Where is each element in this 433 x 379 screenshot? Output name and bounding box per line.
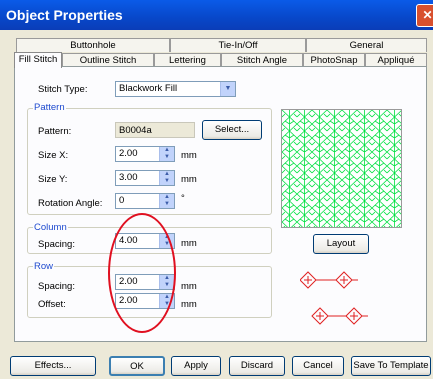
- row-spacing-label: Spacing:: [38, 281, 75, 292]
- stitch-motif-preview: [300, 271, 368, 325]
- stitch-type-select[interactable]: Blackwork Fill ▼: [115, 81, 236, 97]
- window-title: Object Properties: [6, 7, 123, 23]
- spin-arrows-icon[interactable]: ▲ ▼: [159, 171, 174, 185]
- row-group-title: Row: [33, 261, 55, 272]
- tab-label: Tie-In/Off: [218, 40, 258, 51]
- row-spacing-unit: mm: [181, 281, 197, 292]
- pattern-field: B0004a: [115, 122, 195, 138]
- close-button[interactable]: ✕: [416, 4, 433, 27]
- row-offset-unit: mm: [181, 299, 197, 310]
- blackwork-pattern-graphic: [282, 110, 401, 227]
- tab-tie-in-off[interactable]: Tie-In/Off: [170, 38, 306, 52]
- save-to-template-button[interactable]: Save To Template: [351, 356, 431, 376]
- tab-stitch-angle[interactable]: Stitch Angle: [221, 53, 303, 67]
- dropdown-arrow-icon[interactable]: ▼: [220, 82, 235, 96]
- size-x-value: 2.00: [119, 148, 138, 159]
- spin-arrows-icon[interactable]: ▲ ▼: [159, 147, 174, 161]
- tab-buttonhole[interactable]: Buttonhole: [16, 38, 170, 52]
- tab-outline-stitch[interactable]: Outline Stitch: [62, 53, 154, 67]
- cancel-button[interactable]: Cancel: [292, 356, 344, 376]
- close-icon: ✕: [422, 8, 433, 22]
- tab-label: General: [349, 40, 384, 51]
- size-y-unit: mm: [181, 174, 197, 185]
- highlight-annotation: [108, 213, 176, 333]
- rotation-input[interactable]: 0 ▲ ▼: [115, 193, 175, 209]
- size-y-value: 3.00: [119, 172, 138, 183]
- tab-general[interactable]: General: [306, 38, 427, 52]
- size-y-label: Size Y:: [38, 174, 68, 185]
- tab-label: Lettering: [169, 55, 206, 66]
- title-bar: Object Properties ✕: [0, 0, 433, 30]
- tab-label: Appliqué: [377, 55, 415, 66]
- size-x-input[interactable]: 2.00 ▲ ▼: [115, 146, 175, 162]
- pattern-preview: [281, 109, 402, 228]
- column-group-title: Column: [33, 222, 68, 233]
- tab-photosnap[interactable]: PhotoSnap: [303, 53, 365, 67]
- layout-button[interactable]: Layout: [313, 234, 369, 254]
- tab-label: PhotoSnap: [310, 55, 358, 66]
- discard-button[interactable]: Discard: [229, 356, 285, 376]
- row-offset-label: Offset:: [38, 299, 66, 310]
- tab-label: Buttonhole: [70, 40, 116, 51]
- ok-button[interactable]: OK: [109, 356, 165, 376]
- rotation-value: 0: [119, 195, 125, 206]
- size-x-unit: mm: [181, 150, 197, 161]
- rotation-unit: °: [181, 193, 185, 204]
- tab-applique[interactable]: Appliqué: [365, 53, 427, 67]
- spin-arrows-icon[interactable]: ▲ ▼: [159, 194, 174, 208]
- pattern-label: Pattern:: [38, 126, 72, 137]
- column-spacing-unit: mm: [181, 238, 197, 249]
- tab-label: Stitch Angle: [236, 55, 288, 66]
- pattern-group-title: Pattern: [33, 102, 66, 113]
- stitch-type-label: Stitch Type:: [38, 84, 88, 95]
- tab-label: Outline Stitch: [79, 55, 137, 66]
- stitch-type-value: Blackwork Fill: [119, 83, 178, 94]
- apply-button[interactable]: Apply: [171, 356, 221, 376]
- size-x-label: Size X:: [38, 150, 69, 161]
- tab-label: Fill Stitch: [18, 54, 58, 65]
- select-pattern-button[interactable]: Select...: [202, 120, 262, 140]
- pattern-value: B0004a: [119, 125, 152, 136]
- tab-lettering[interactable]: Lettering: [154, 53, 221, 67]
- tab-fill-stitch[interactable]: Fill Stitch: [14, 52, 62, 68]
- column-spacing-label: Spacing:: [38, 239, 75, 250]
- rotation-label: Rotation Angle:: [38, 198, 103, 209]
- effects-button[interactable]: Effects...: [10, 356, 96, 376]
- size-y-input[interactable]: 3.00 ▲ ▼: [115, 170, 175, 186]
